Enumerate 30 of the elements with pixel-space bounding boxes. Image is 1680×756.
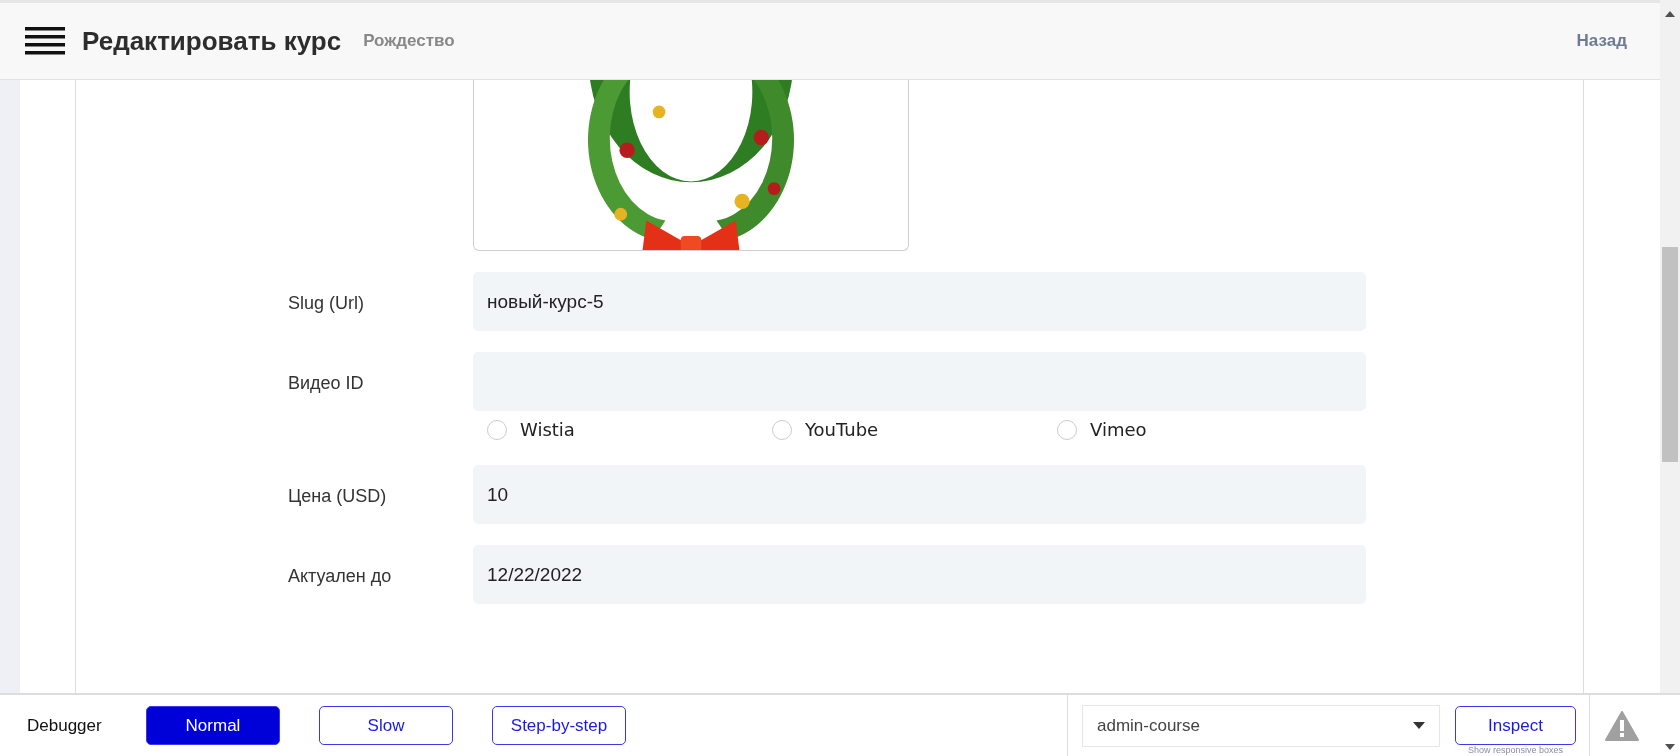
text-field[interactable]: 12/22/2022 — [473, 545, 1366, 604]
field-label: Видео ID — [288, 372, 365, 395]
mode-button[interactable]: Step-by-step — [492, 706, 626, 745]
scroll-down-icon[interactable] — [1665, 744, 1675, 750]
radio-option[interactable]: YouTube — [772, 419, 1057, 440]
hint-text: Show responsive boxes — [1467, 745, 1564, 756]
radio-label: Wistia — [520, 419, 575, 440]
caret-icon — [1413, 722, 1425, 729]
text-field[interactable]: новый-курс-5 — [473, 272, 1366, 331]
scrollbar[interactable] — [1660, 0, 1680, 693]
debugger-label: Debugger — [27, 715, 103, 736]
menu-icon[interactable] — [25, 25, 65, 57]
text-field[interactable]: 10 — [473, 465, 1366, 524]
field-label: Актуален до — [288, 565, 393, 588]
field-label: Slug (Url) — [288, 292, 365, 315]
inspect-button[interactable]: Inspect — [1455, 706, 1576, 745]
scroll-up-icon[interactable] — [1665, 11, 1675, 17]
back-link[interactable]: Назад — [1576, 31, 1627, 51]
scrollbar-thumb[interactable] — [1662, 247, 1678, 462]
field-label: Цена (USD) — [288, 485, 388, 508]
page-title: Редактировать курс — [82, 25, 342, 57]
radio-option[interactable]: Wistia — [487, 419, 772, 440]
course-name: Рождество — [363, 31, 455, 51]
mode-button[interactable]: Slow — [319, 706, 453, 745]
component-select[interactable]: admin-course — [1082, 704, 1440, 747]
radio-label: Vimeo — [1090, 419, 1147, 440]
warning-icon[interactable] — [1605, 710, 1639, 741]
radio-label: YouTube — [805, 419, 879, 440]
mode-button[interactable]: Normal — [146, 706, 280, 745]
radio-option[interactable]: Vimeo — [1057, 419, 1342, 440]
